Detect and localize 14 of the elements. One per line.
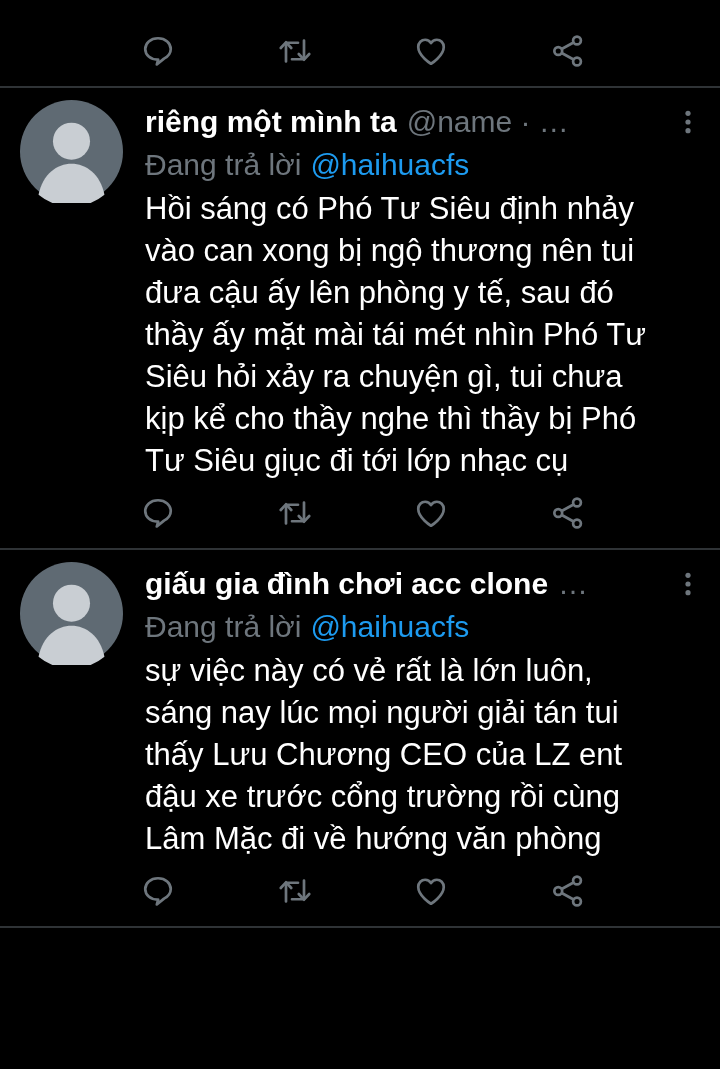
more-options-icon[interactable] (684, 109, 692, 135)
user-name[interactable]: giấu gia đình chơi acc clone (145, 567, 549, 601)
user-name[interactable]: riêng một mình ta (145, 105, 397, 139)
tweet-text: sự việc này có vẻ rất là lớn luôn, sáng nay lúc mọi người giải tán tui thấy Lưu Chương CEO của LZ ent đậu xe trước cổng trường rồi cùng Lâm Mặc đi về hướng văn phòng (145, 652, 624, 858)
tweet-text: Hồi sáng có Phó Tư Siêu định nhảy vào can xong bị ngộ thương nên tui đưa cậu ấy lên phòng y tế, sau đó thầy ấy mặt mài tái mét nhìn Phó Tư Siêu hỏi xảy ra chuyện gì, tui chưa kịp kể cho thầy nghe thì thầy bị Phó Tư Siêu giục đi tới lớp nhạc cụ (145, 190, 647, 480)
mention-link[interactable]: @haihuacfs (310, 610, 470, 644)
more-options-icon[interactable] (684, 571, 692, 597)
avatar[interactable] (20, 562, 123, 665)
user-handle: … (558, 567, 590, 601)
reply-label: Đang trả lời (145, 610, 302, 644)
reply-label: Đang trả lời (145, 148, 302, 182)
user-handle: @name · … (406, 105, 570, 139)
avatar[interactable] (20, 100, 123, 203)
mention-link[interactable]: @haihuacfs (310, 148, 470, 182)
